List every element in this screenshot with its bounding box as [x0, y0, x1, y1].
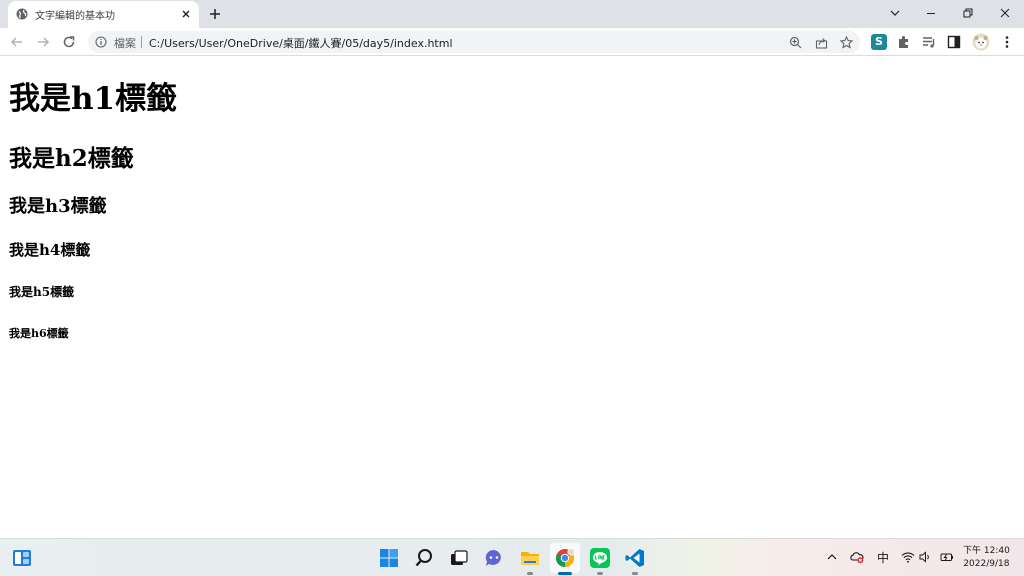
clock-date: 2022/9/18 [963, 559, 1010, 569]
explorer-running-indicator [527, 572, 533, 575]
close-window-icon[interactable] [997, 5, 1013, 21]
clock-time: 下午 12:40 [963, 546, 1010, 556]
page-content: 我是h1標籤 我是h2標籤 我是h3標籤 我是h4標籤 我是h5標籤 我是h6標… [0, 57, 1024, 538]
new-tab-icon[interactable] [208, 7, 222, 21]
reload-icon[interactable] [61, 34, 77, 50]
forward-arrow-icon[interactable] [35, 34, 51, 50]
chrome-active-indicator [558, 572, 572, 575]
share-icon[interactable] [815, 36, 828, 49]
zoom-icon[interactable] [789, 36, 802, 49]
file-explorer-icon[interactable] [520, 548, 540, 568]
widgets-icon[interactable] [12, 548, 32, 568]
system-clock[interactable]: 下午 12:40 2022/9/18 [963, 545, 1010, 571]
chrome-menu-icon[interactable] [999, 34, 1015, 50]
tab-strip: 文字編輯的基本功 [0, 0, 1024, 28]
media-queue-icon[interactable] [921, 34, 937, 50]
tab-search-icon[interactable] [887, 5, 903, 21]
vscode-running-indicator [632, 572, 638, 575]
heading-h1: 我是h1標籤 [9, 81, 178, 117]
address-bar[interactable]: 檔案 C:/Users/User/OneDrive/桌面/鐵人賽/05/day5… [88, 31, 860, 53]
heading-h6: 我是h6標籤 [9, 327, 69, 340]
profile-avatar[interactable] [972, 33, 990, 51]
side-panel-icon[interactable] [946, 34, 962, 50]
browser-tab[interactable]: 文字編輯的基本功 [8, 1, 199, 28]
chrome-icon[interactable] [555, 548, 575, 568]
windows-taskbar: 中 下午 12:40 2022/9/18 [0, 538, 1024, 576]
windows-start-icon[interactable] [379, 548, 399, 568]
extensions-puzzle-icon[interactable] [896, 34, 912, 50]
close-tab-icon[interactable] [180, 8, 192, 20]
minimize-icon[interactable] [923, 5, 939, 21]
wifi-icon[interactable] [901, 550, 915, 564]
restore-icon[interactable] [960, 5, 976, 21]
tab-title: 文字編輯的基本功 [35, 11, 115, 22]
heading-h3: 我是h3標籤 [9, 196, 107, 217]
globe-icon [16, 8, 28, 20]
teams-chat-icon[interactable] [484, 548, 504, 568]
line-running-indicator [597, 572, 603, 575]
task-view-icon[interactable] [449, 548, 469, 568]
url-text[interactable]: C:/Users/User/OneDrive/桌面/鐵人賽/05/day5/in… [149, 35, 453, 51]
volume-icon[interactable] [918, 550, 932, 564]
heading-h5: 我是h5標籤 [9, 285, 75, 299]
browser-toolbar: 檔案 C:/Users/User/OneDrive/桌面/鐵人賽/05/day5… [0, 28, 1024, 56]
search-icon[interactable] [414, 548, 434, 568]
ime-indicator[interactable]: 中 [877, 549, 889, 566]
line-app-icon[interactable] [590, 548, 610, 568]
extension-s-icon[interactable]: S [871, 34, 887, 50]
file-scheme-label: 檔案 [114, 37, 136, 50]
info-icon[interactable] [95, 36, 107, 48]
vscode-icon[interactable] [625, 548, 645, 568]
back-arrow-icon[interactable] [9, 34, 25, 50]
bookmark-star-icon[interactable] [840, 36, 853, 49]
address-separator [141, 36, 142, 48]
battery-charging-icon[interactable] [940, 550, 954, 564]
heading-h4: 我是h4標籤 [9, 241, 91, 259]
onedrive-error-icon[interactable] [850, 550, 864, 564]
heading-h2: 我是h2標籤 [9, 145, 134, 172]
chevron-up-icon[interactable] [825, 550, 839, 564]
